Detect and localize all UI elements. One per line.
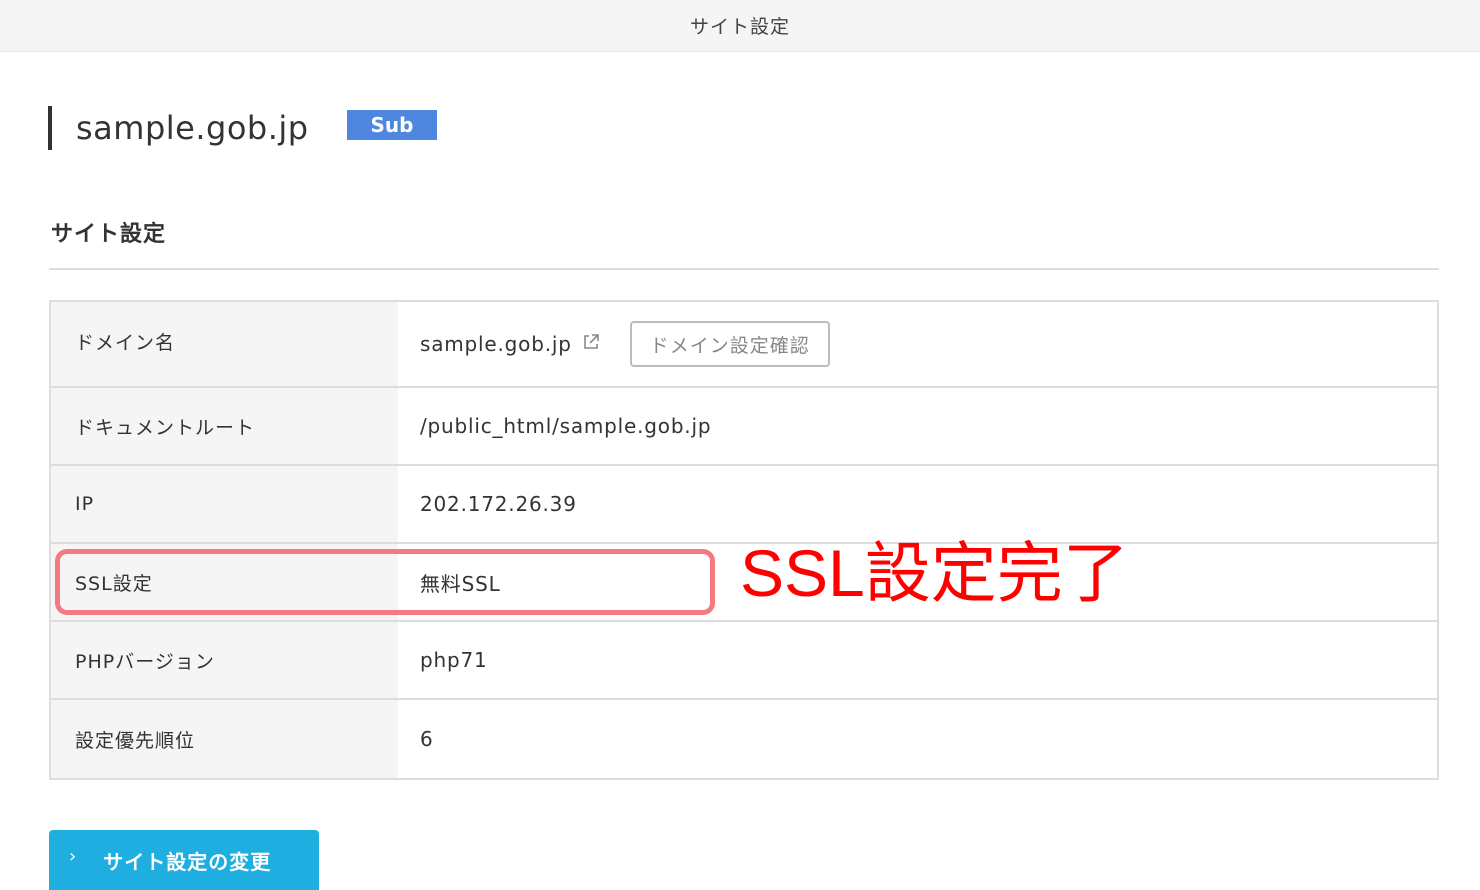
heading-accent-bar bbox=[48, 106, 52, 150]
page-header-title: サイト設定 bbox=[689, 16, 790, 38]
row-label: ドメイン名 bbox=[51, 302, 398, 386]
sub-domain-badge: Sub bbox=[347, 110, 437, 140]
row-label: IP bbox=[51, 466, 398, 542]
row-value: /public_html/sample.gob.jp bbox=[420, 414, 712, 438]
row-value-cell: sample.gob.jp ドメイン設定確認 bbox=[398, 302, 1437, 386]
domain-title: sample.gob.jp bbox=[76, 109, 309, 147]
row-value: 6 bbox=[420, 727, 434, 751]
row-label: 設定優先順位 bbox=[51, 700, 398, 778]
row-label: SSL設定 bbox=[51, 544, 398, 620]
section-divider bbox=[49, 268, 1439, 270]
row-value: php71 bbox=[420, 648, 488, 672]
ssl-complete-annotation: SSL設定完了 bbox=[740, 536, 1129, 610]
domain-check-button[interactable]: ドメイン設定確認 bbox=[629, 321, 830, 367]
chevron-right-icon: › bbox=[69, 846, 78, 867]
domain-name-link[interactable]: sample.gob.jp bbox=[420, 332, 572, 356]
table-row-document-root: ドキュメントルート /public_html/sample.gob.jp bbox=[51, 388, 1437, 466]
change-button-label: サイト設定の変更 bbox=[103, 850, 272, 874]
page-header: サイト設定 bbox=[0, 0, 1480, 52]
change-site-settings-button[interactable]: › サイト設定の変更 bbox=[49, 830, 319, 890]
section-title: サイト設定 bbox=[51, 222, 167, 247]
table-row-domain-name: ドメイン名 sample.gob.jp ドメイン設定確認 bbox=[51, 302, 1437, 388]
domain-heading: sample.gob.jp bbox=[48, 106, 309, 150]
row-label: PHPバージョン bbox=[51, 622, 398, 698]
table-row-priority: 設定優先順位 6 bbox=[51, 700, 1437, 778]
table-row-ip: IP 202.172.26.39 bbox=[51, 466, 1437, 544]
external-link-icon[interactable] bbox=[582, 332, 600, 350]
row-label: ドキュメントルート bbox=[51, 388, 398, 464]
row-value: 202.172.26.39 bbox=[420, 492, 577, 516]
table-row-php-version: PHPバージョン php71 bbox=[51, 622, 1437, 700]
